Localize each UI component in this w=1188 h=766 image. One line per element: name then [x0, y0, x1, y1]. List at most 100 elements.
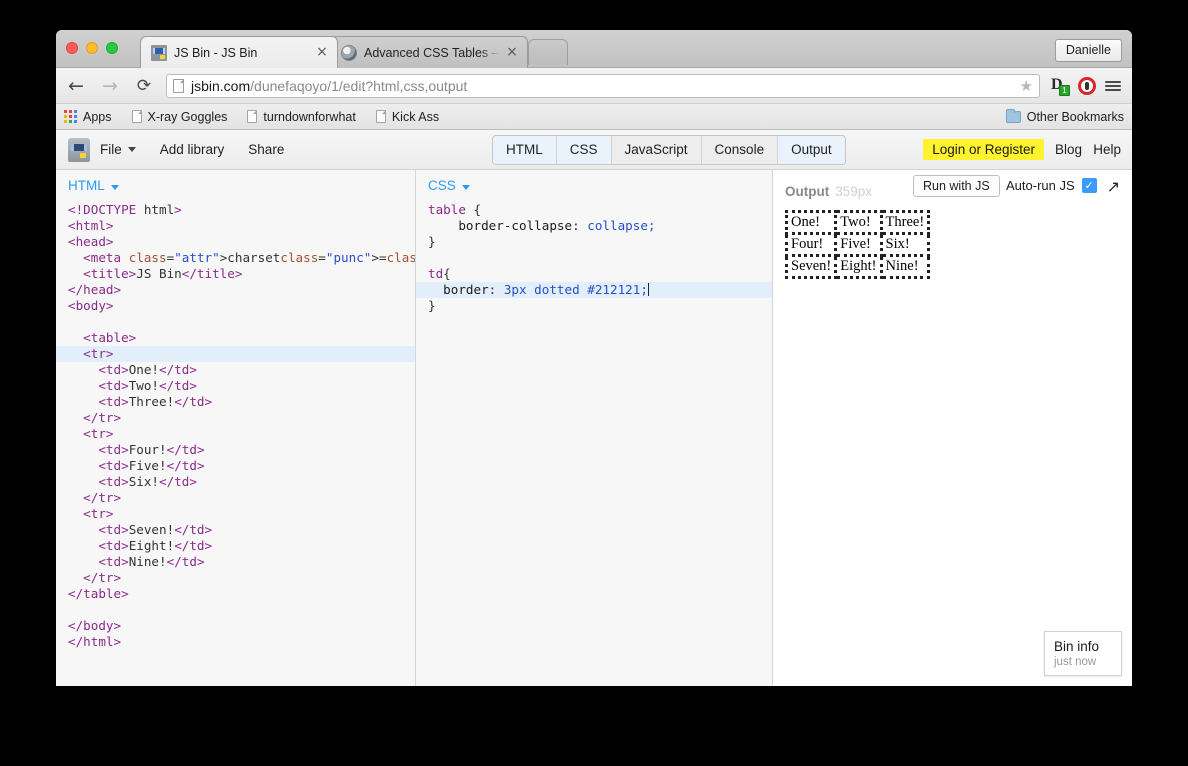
bookmark-label: turndownforwhat: [263, 109, 356, 124]
table-row: Seven! Eight! Nine!: [784, 254, 931, 279]
new-tab-button[interactable]: [528, 39, 568, 65]
code-line[interactable]: </head>: [68, 282, 415, 298]
code-line[interactable]: }: [428, 298, 772, 314]
bookmarks-bar: Apps X-ray Goggles turndownforwhat Kick …: [56, 104, 1132, 130]
file-menu-button[interactable]: File: [100, 142, 136, 157]
code-line[interactable]: <!DOCTYPE html>: [68, 202, 415, 218]
code-line[interactable]: <tr>: [68, 426, 415, 442]
code-line[interactable]: [68, 314, 415, 330]
forward-arrow-icon[interactable]: →: [96, 72, 124, 100]
window-close-button[interactable]: [66, 42, 78, 54]
rendered-output-table: One! Two! Three! Four! Five! Six! Seven! Eight!…: [784, 210, 931, 279]
auto-run-js-toggle[interactable]: Auto-run JS ✓: [1006, 178, 1097, 193]
share-button[interactable]: Share: [248, 142, 284, 157]
window-minimize-button[interactable]: [86, 42, 98, 54]
code-line[interactable]: <title>JS Bin</title>: [68, 266, 415, 282]
block-extension-icon[interactable]: [1074, 73, 1100, 99]
html-panel-header[interactable]: HTML: [56, 170, 415, 202]
tab-console[interactable]: Console: [701, 136, 779, 164]
code-line[interactable]: <td>Seven!</td>: [68, 522, 415, 538]
code-line[interactable]: [428, 250, 772, 266]
editor-area: HTML <!DOCTYPE html> <html> <head> <meta c…: [56, 170, 1132, 686]
code-line[interactable]: <meta class="attr">charsetclass="punc">=…: [68, 250, 538, 266]
code-line[interactable]: <td>Six!</td>: [68, 474, 415, 490]
code-line[interactable]: border-collapse: collapse;: [428, 218, 772, 234]
text-cursor: [647, 283, 649, 296]
url-path: /dunefaqoyo/1/edit?html,css,output: [250, 77, 468, 94]
address-bar-url: jsbin.com/dunefaqoyo/1/edit?html,css,out…: [191, 78, 467, 94]
browser-window: JS Bin - JS Bin × Advanced CSS Tables – …: [56, 30, 1132, 686]
help-link[interactable]: Help: [1093, 142, 1121, 157]
bookmark-label: Apps: [83, 109, 112, 124]
code-line[interactable]: <td>Four!</td>: [68, 442, 415, 458]
add-library-button[interactable]: Add library: [160, 142, 225, 157]
output-label: Output: [785, 184, 830, 199]
run-with-js-button[interactable]: Run with JS: [913, 175, 1000, 197]
bookmark-turndownforwhat[interactable]: turndownforwhat: [247, 109, 356, 124]
hamburger-menu-icon[interactable]: [1100, 73, 1126, 99]
menu-bar-1: [1105, 80, 1121, 83]
apps-grid-icon: [64, 110, 77, 123]
browser-user-button[interactable]: Danielle: [1054, 39, 1122, 62]
table-cell: One!: [784, 210, 838, 235]
code-line[interactable]: <table>: [68, 330, 415, 346]
code-line[interactable]: </body>: [68, 618, 415, 634]
chevron-down-icon[interactable]: [461, 185, 470, 190]
bookmark-star-icon[interactable]: ★: [1020, 77, 1033, 95]
html-code-editor[interactable]: <!DOCTYPE html> <html> <head> <meta class=…: [56, 202, 538, 650]
back-arrow-icon[interactable]: ←: [62, 72, 90, 100]
code-line[interactable]: td{: [428, 266, 772, 282]
expand-output-icon[interactable]: ↗: [1107, 177, 1120, 196]
code-line[interactable]: <head>: [68, 234, 415, 250]
code-line[interactable]: <td>Nine!</td>: [68, 554, 415, 570]
code-line[interactable]: <td>Eight!</td>: [68, 538, 415, 554]
code-line[interactable]: <td>Two!</td>: [68, 378, 415, 394]
code-line[interactable]: <td>Five!</td>: [68, 458, 415, 474]
browser-tab-jsbin[interactable]: JS Bin - JS Bin ×: [140, 36, 338, 68]
bookmark-xray-goggles[interactable]: X-ray Goggles: [131, 110, 227, 124]
bookmark-kick-ass[interactable]: Kick Ass: [375, 110, 439, 124]
code-line[interactable]: table {: [428, 202, 772, 218]
code-line[interactable]: </tr>: [68, 570, 415, 586]
table-row: Four! Five! Six!: [784, 232, 931, 257]
d-extension-icon[interactable]: D 1: [1048, 73, 1074, 99]
menu-bar-2: [1105, 84, 1121, 87]
code-line[interactable]: <body>: [68, 298, 415, 314]
browser-tab-advanced-css-tables[interactable]: Advanced CSS Tables – Us ×: [330, 36, 528, 68]
table-cell: Six!: [879, 232, 931, 257]
code-line[interactable]: </tr>: [68, 490, 415, 506]
block-glyph: [1078, 76, 1096, 95]
blog-link[interactable]: Blog: [1055, 142, 1082, 157]
code-line[interactable]: [68, 602, 415, 618]
code-line[interactable]: </tr>: [68, 410, 415, 426]
code-line[interactable]: border: 3px dotted #212121;: [416, 282, 772, 298]
auto-run-js-checkbox[interactable]: ✓: [1081, 178, 1097, 193]
css-panel-header[interactable]: CSS: [416, 170, 772, 202]
table-cell: Three!: [879, 210, 931, 235]
code-line[interactable]: }: [428, 234, 772, 250]
code-line[interactable]: <tr>: [56, 346, 415, 362]
other-bookmarks-folder[interactable]: Other Bookmarks: [1005, 108, 1124, 124]
close-icon[interactable]: ×: [315, 45, 329, 60]
bin-info-box[interactable]: Bin info just now: [1044, 631, 1122, 676]
code-line[interactable]: </table>: [68, 586, 415, 602]
file-menu-label: File: [100, 142, 122, 157]
address-bar[interactable]: jsbin.com/dunefaqoyo/1/edit?html,css,out…: [166, 73, 1040, 98]
tab-css[interactable]: CSS: [556, 136, 612, 164]
tab-javascript[interactable]: JavaScript: [611, 136, 702, 164]
close-icon[interactable]: ×: [505, 45, 519, 60]
code-line[interactable]: <td>One!</td>: [68, 362, 415, 378]
tab-output[interactable]: Output: [778, 136, 845, 164]
jsbin-logo-icon[interactable]: [68, 137, 90, 162]
chevron-down-icon[interactable]: [110, 185, 119, 190]
code-line[interactable]: </html>: [68, 634, 415, 650]
css-code-editor[interactable]: table { border-collapse: collapse;} td{ …: [416, 202, 772, 314]
login-or-register-button[interactable]: Login or Register: [923, 139, 1044, 160]
code-line[interactable]: <td>Three!</td>: [68, 394, 415, 410]
code-line[interactable]: <html>: [68, 218, 415, 234]
window-maximize-button[interactable]: [106, 42, 118, 54]
code-line[interactable]: <tr>: [68, 506, 415, 522]
reload-icon[interactable]: ⟳: [130, 72, 158, 100]
tab-html[interactable]: HTML: [493, 136, 557, 164]
bookmark-apps[interactable]: Apps: [64, 110, 112, 124]
